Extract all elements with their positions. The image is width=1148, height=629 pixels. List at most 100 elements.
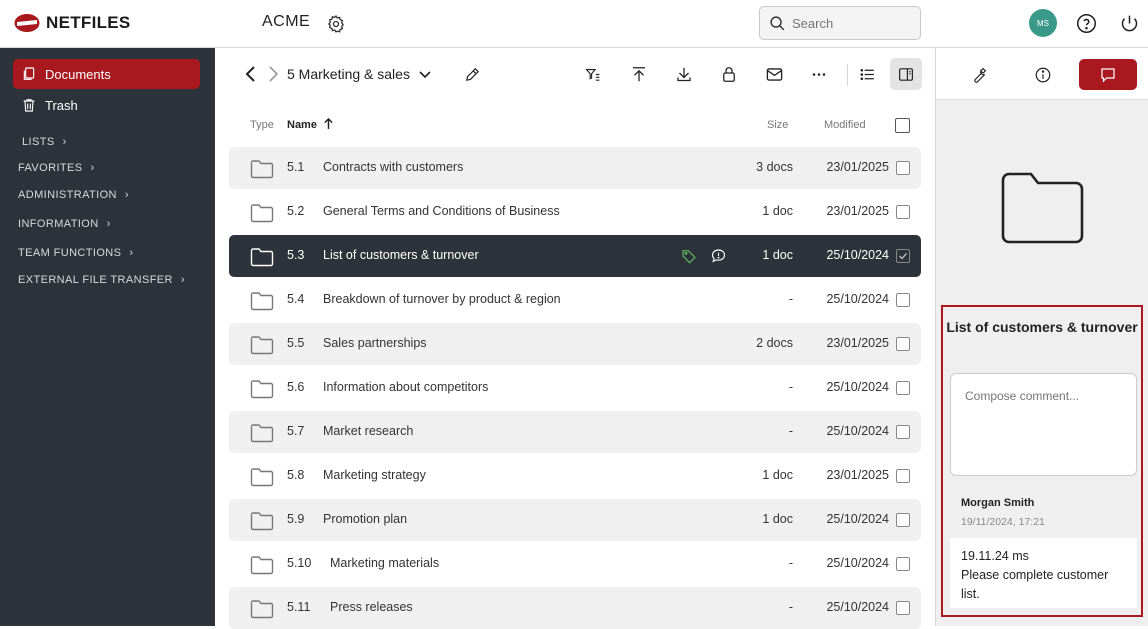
table-row[interactable]: 5.7 Market research - 25/10/2024 [229,411,921,453]
row-name[interactable]: Marketing strategy [323,468,426,482]
section-label: ADMINISTRATION [18,189,117,201]
forward-icon[interactable] [266,65,280,88]
section-label: LISTS [22,136,55,148]
row-size: 1 doc [762,512,793,526]
row-name[interactable]: General Terms and Conditions of Business [323,204,560,218]
chevron-right-icon: › [90,162,95,174]
section-label: FAVORITES [18,162,83,174]
compose-comment-input[interactable] [950,373,1137,476]
tab-settings[interactable] [950,59,1008,90]
power-icon[interactable] [1119,13,1140,39]
table-row[interactable]: 5.3 List of customers & turnover 1 doc 25/1… [229,235,921,277]
download-icon[interactable] [675,65,693,89]
row-size: 1 doc [762,468,793,482]
search-input[interactable] [792,15,912,31]
panel-toggle-button[interactable] [890,58,922,90]
row-name[interactable]: List of customers & turnover [323,248,479,262]
row-checkbox[interactable] [896,249,910,263]
row-checkbox[interactable] [896,161,910,175]
panel-folder-title: List of customers & turnover [946,319,1138,335]
filter-icon[interactable] [584,66,602,88]
row-modified: 25/10/2024 [826,248,889,262]
breadcrumb-current: 5 Marketing & sales [287,66,410,82]
row-name[interactable]: Contracts with customers [323,160,463,174]
sidebar-section-team-functions[interactable]: TEAM FUNCTIONS › [18,247,133,259]
breadcrumb[interactable]: 5 Marketing & sales [287,66,432,82]
table-row[interactable]: 5.2 General Terms and Conditions of Busin… [229,191,921,233]
row-name[interactable]: Marketing materials [330,556,439,570]
row-number: 5.6 [287,380,305,394]
folder-icon [250,467,274,490]
tag-icon[interactable] [681,248,697,264]
row-checkbox[interactable] [896,425,910,439]
sidebar-section-lists[interactable]: LISTS › [22,136,67,148]
tab-info[interactable] [1014,59,1072,90]
wrench-icon [974,67,987,83]
netfiles-logo[interactable]: NETFILES [14,13,131,33]
row-size: 2 docs [756,336,793,350]
folder-icon [250,423,274,446]
sidebar-item-trash[interactable]: Trash [13,90,200,120]
edit-icon[interactable] [464,66,481,88]
logo-text: NETFILES [46,13,131,32]
netfiles-logo-icon [14,14,40,32]
search-box[interactable] [759,6,921,40]
section-label: INFORMATION [18,218,99,230]
comment-alert-icon[interactable] [710,248,727,264]
row-checkbox[interactable] [896,557,910,571]
row-number: 5.2 [287,204,305,218]
lock-icon[interactable] [720,65,738,89]
table-row[interactable]: 5.11 Press releases - 25/10/2024 [229,587,921,629]
column-header-name[interactable]: Name [287,119,317,131]
folder-icon [250,291,274,314]
more-icon[interactable] [810,66,828,88]
row-checkbox[interactable] [896,469,910,483]
row-checkbox[interactable] [896,513,910,527]
row-checkbox[interactable] [896,337,910,351]
sidebar-item-documents[interactable]: Documents [13,59,200,89]
section-label: EXTERNAL FILE TRANSFER [18,274,173,286]
sidebar-section-favorites[interactable]: FAVORITES › [18,162,95,174]
mail-icon[interactable] [765,65,784,89]
tab-comments[interactable] [1079,59,1137,90]
sidebar-section-administration[interactable]: ADMINISTRATION › [18,189,129,201]
table-row[interactable]: 5.8 Marketing strategy 1 doc 23/01/2025 [229,455,921,497]
row-checkbox[interactable] [896,381,910,395]
row-name[interactable]: Information about competitors [323,380,488,394]
row-name[interactable]: Market research [323,424,413,438]
row-name[interactable]: Sales partnerships [323,336,427,350]
upload-icon[interactable] [630,65,648,89]
row-checkbox[interactable] [896,293,910,307]
back-icon[interactable] [244,65,258,88]
sidebar-section-information[interactable]: INFORMATION › [18,218,111,230]
avatar[interactable]: MS [1029,9,1057,37]
chevron-right-icon: › [62,136,67,148]
column-header-type[interactable]: Type [250,119,274,131]
help-icon[interactable] [1076,13,1097,39]
toolbar-divider [847,64,848,86]
row-number: 5.11 [287,600,311,614]
table-row[interactable]: 5.10 Marketing materials - 25/10/2024 [229,543,921,585]
row-checkbox[interactable] [896,205,910,219]
row-size: 3 docs [756,160,793,174]
row-number: 5.8 [287,468,305,482]
column-header-modified[interactable]: Modified [824,119,866,131]
sort-arrow-up-icon[interactable] [323,117,334,135]
row-name[interactable]: Press releases [330,600,413,614]
select-all-checkbox[interactable] [895,118,910,133]
table-row[interactable]: 5.1 Contracts with customers 3 docs 23/01/2… [229,147,921,189]
row-name[interactable]: Promotion plan [323,512,407,526]
row-checkbox[interactable] [896,601,910,615]
comment-line: Please complete customer list. [961,568,1109,601]
org-name[interactable]: ACME [262,13,310,31]
gear-icon[interactable] [326,14,346,39]
table-row[interactable]: 5.9 Promotion plan 1 doc 25/10/2024 [229,499,921,541]
table-row[interactable]: 5.5 Sales partnerships 2 docs 23/01/2025 [229,323,921,365]
table-row[interactable]: 5.4 Breakdown of turnover by product & re… [229,279,921,321]
row-name[interactable]: Breakdown of turnover by product & regio… [323,292,561,306]
folder-icon [250,511,274,534]
column-header-size[interactable]: Size [767,119,788,131]
table-row[interactable]: 5.6 Information about competitors - 25/10/2… [229,367,921,409]
list-view-icon[interactable] [858,66,877,88]
sidebar-section-external-file-transfer[interactable]: EXTERNAL FILE TRANSFER › [18,274,185,286]
